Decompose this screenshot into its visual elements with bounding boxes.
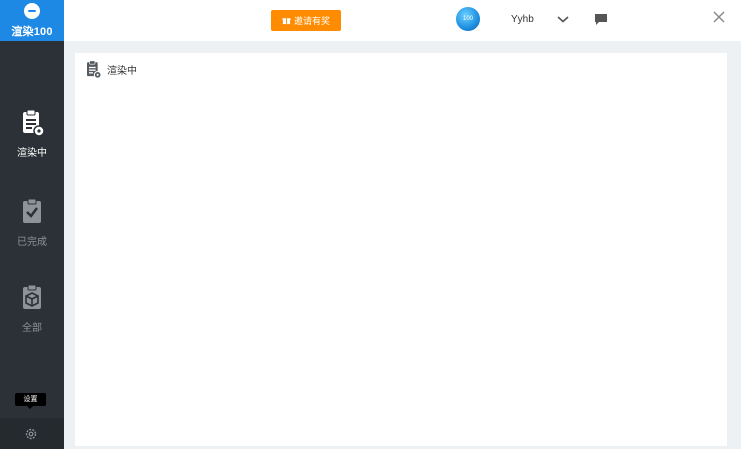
top-bar: 邀请有奖 100 Yyhb [64, 0, 741, 41]
clipboard-box-icon [23, 284, 41, 309]
avatar[interactable]: 100 [456, 7, 480, 31]
clipboard-gear-icon [23, 109, 44, 137]
clipboard-check-icon [23, 198, 41, 223]
gift-icon [282, 18, 291, 25]
page-title: 渲染中 [107, 65, 137, 77]
panel-header: 渲染中 [85, 59, 137, 79]
invite-label: 邀请有奖 [293, 16, 330, 26]
sidebar-item-all[interactable]: 全部 [0, 284, 64, 348]
sidebar-item-completed[interactable]: 已完成 [0, 198, 64, 262]
sidebar-item-label: 已完成 [17, 237, 47, 248]
task-list-panel: 渲染中 [75, 53, 727, 446]
message-icon[interactable] [594, 13, 608, 26]
invite-button[interactable]: 邀请有奖 [271, 10, 341, 31]
settings-tooltip: 设置 [15, 393, 46, 409]
sidebar-item-rendering[interactable]: 渲染中 [0, 109, 64, 173]
brand: 渲染100 [0, 0, 64, 41]
clipboard-gear-icon [87, 60, 101, 79]
sidebar: 渲染100 渲染中 已完成 全部 设置 [0, 0, 64, 449]
sidebar-footer [0, 418, 64, 449]
sidebar-item-label: 渲染中 [17, 148, 47, 159]
brand-name: 渲染100 [11, 26, 53, 38]
brand-logo-icon [24, 3, 40, 19]
username[interactable]: Yyhb [511, 14, 534, 25]
chevron-down-icon[interactable] [556, 14, 570, 24]
sidebar-item-label: 全部 [22, 323, 42, 334]
close-icon[interactable] [712, 10, 726, 24]
gear-icon[interactable] [23, 426, 39, 442]
